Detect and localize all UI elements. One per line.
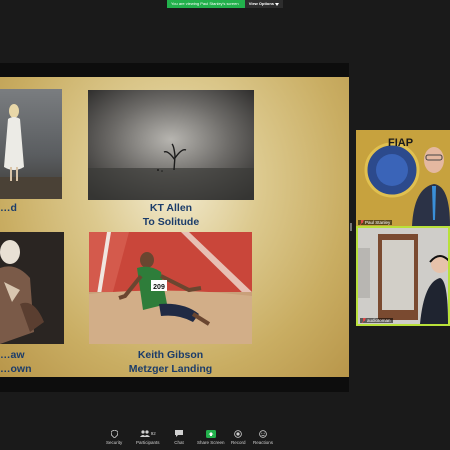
caption-4-title: Metzger Landing	[128, 363, 213, 375]
chat-icon	[175, 430, 183, 437]
participants-count: 92	[150, 431, 156, 436]
participant-name-tag: audiotoman	[360, 318, 393, 323]
security-label: Security	[106, 440, 123, 445]
shared-screen: …d KT Allen To Solitude …aw …own 209 Kei…	[0, 63, 349, 392]
participant-name: Paul Stanley	[365, 220, 391, 225]
shield-icon	[110, 429, 118, 438]
participants-button[interactable]: 92 Participants	[136, 429, 160, 445]
participant-tile-audiotoman[interactable]: audiotoman	[356, 226, 450, 326]
caption-4-photographer: Keith Gibson	[137, 349, 204, 361]
chat-label: Chat	[174, 440, 184, 445]
meeting-toolbar: Security 92 Participants Chat Share Scre…	[0, 425, 450, 450]
caption-2-title: To Solitude	[142, 216, 200, 228]
share-screen-button[interactable]: Share Screen	[197, 429, 225, 445]
panel-resize-handle[interactable]	[350, 223, 352, 231]
photo-costume-portrait	[0, 232, 64, 344]
caption-3-photographer: …aw	[0, 349, 25, 361]
participant-name: audiotoman	[367, 318, 391, 323]
reactions-icon	[259, 429, 267, 438]
screen-share-message: You are viewing Paul Stanley's screen	[167, 0, 245, 8]
shared-slide: …d KT Allen To Solitude …aw …own 209 Kei…	[0, 77, 349, 377]
caption-2-photographer: KT Allen	[149, 202, 193, 214]
caption-3-title: …own	[0, 363, 32, 375]
record-icon	[234, 429, 243, 438]
share-screen-label: Share Screen	[197, 440, 225, 445]
record-button[interactable]: Record	[231, 429, 246, 445]
record-label: Record	[231, 440, 246, 445]
reactions-button[interactable]: Reactions	[253, 429, 273, 445]
caption-1-photographer: …d	[0, 202, 17, 214]
chevron-down-icon	[275, 2, 279, 6]
participant-name-tag: Paul Stanley	[358, 220, 393, 225]
fiap-logo-text: FIAP	[388, 137, 413, 149]
photo-to-solitude	[88, 90, 254, 200]
participants-icon	[139, 430, 150, 437]
participant-tile-paul-stanley[interactable]: FIAP Paul Stanley	[356, 130, 450, 226]
view-options-label: View Options	[248, 1, 274, 6]
mic-muted-icon	[362, 318, 366, 323]
share-screen-icon	[205, 429, 216, 438]
photo-girl-in-dress	[0, 89, 62, 199]
bib-number: 209	[153, 284, 165, 291]
chat-button[interactable]: Chat	[174, 429, 184, 445]
security-button[interactable]: Security	[106, 429, 122, 445]
view-options-button[interactable]: View Options	[244, 0, 283, 8]
reactions-label: Reactions	[253, 440, 274, 445]
screen-share-banner: You are viewing Paul Stanley's screen Vi…	[167, 0, 283, 8]
participants-label: Participants	[136, 440, 160, 445]
mic-muted-icon	[360, 220, 364, 225]
photo-metzger-landing: 209	[89, 232, 252, 344]
